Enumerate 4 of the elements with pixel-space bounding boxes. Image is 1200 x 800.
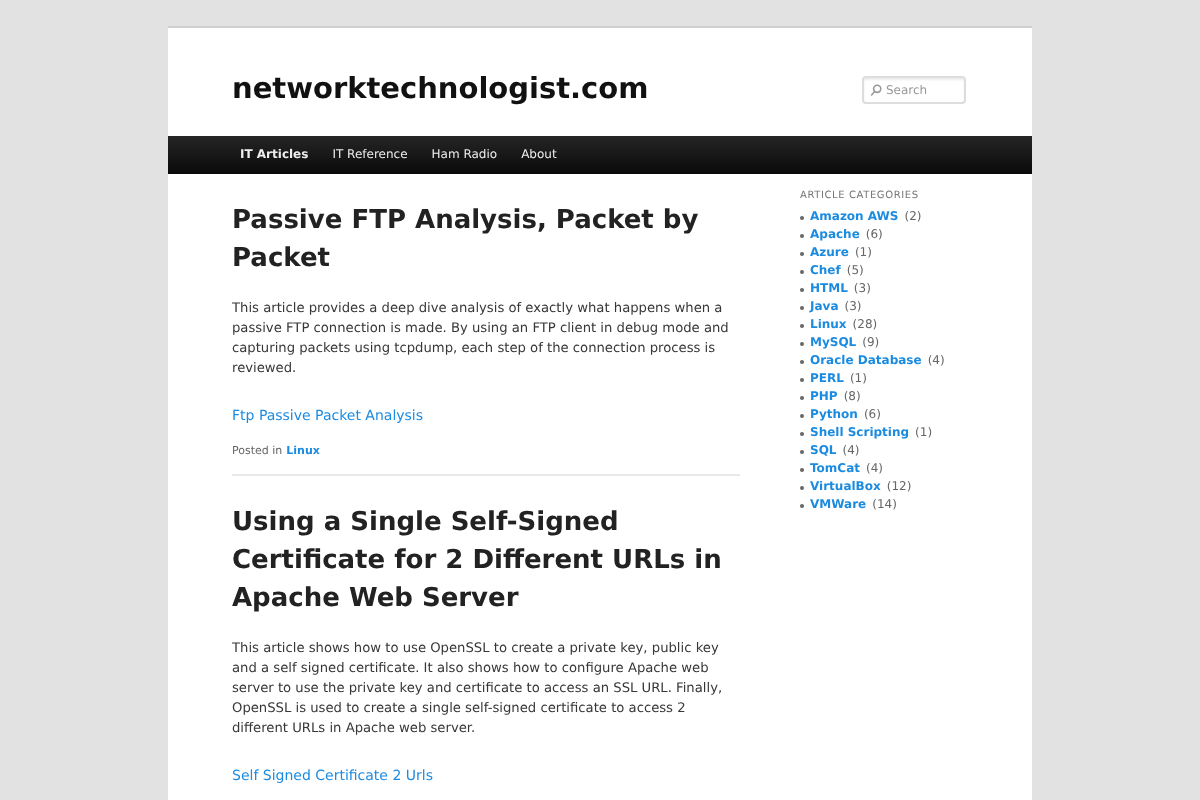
post-title[interactable]: Using a Single Self-Signed Certificate for 2 Different URLs in Apache Web Server: [232, 504, 740, 618]
search-icon: [870, 84, 882, 96]
post-title[interactable]: Passive FTP Analysis, Packet by Packet: [232, 202, 740, 278]
site-title[interactable]: networktechnologist.com: [232, 74, 649, 106]
